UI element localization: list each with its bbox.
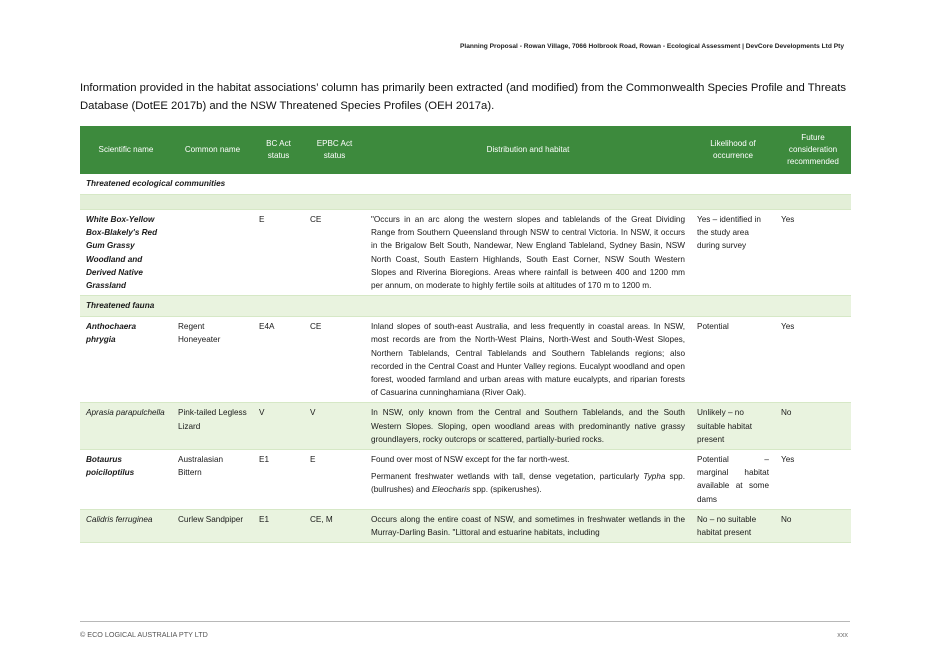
bc-status-cell: E1 [253,509,304,544]
habitat-text: spp. (spikerushes). [470,485,542,495]
habitat-text: Permanent freshwater wetlands with tall,… [371,472,644,482]
future-cell: No [775,509,851,544]
likelihood-cell: Potential [691,316,775,404]
habitat-paragraph: Found over most of NSW except for the fa… [371,455,570,465]
bc-status-cell: E4A [253,316,304,404]
table-row: White Box-Yellow Box-Blakely's Red Gum G… [80,209,851,297]
col-header-future: Future consideration recommended [775,126,851,174]
col-header-epbc: EPBC Act status [304,126,365,174]
genus-name: Typha [643,472,666,482]
epbc-status-cell: V [304,402,365,451]
habitat-cell: Inland slopes of south-east Australia, a… [365,316,691,404]
epbc-status-cell: CE, M [304,509,365,544]
col-header-bc: BC Act status [253,126,304,174]
intro-paragraph: Information provided in the habitat asso… [80,82,847,112]
col-header-habitat: Distribution and habitat [365,126,691,174]
section-row-communities: Threatened ecological communities [80,174,851,195]
genus-name: Eleocharis [431,485,471,495]
section-row-fauna: Threatened fauna [80,295,851,318]
epbc-status-cell: CE [304,209,365,297]
table-header-row: Scientific name Common name BC Act statu… [80,126,851,174]
habitat-paragraph: Permanent freshwater wetlands with tall,… [371,470,685,496]
epbc-status-cell: E [304,449,365,510]
likelihood-cell: Unlikely – no suitable habitat present [691,402,775,451]
future-cell: Yes [775,316,851,404]
epbc-status-cell: CE [304,316,365,404]
bc-status-cell: E1 [253,449,304,510]
page-header: Planning Proposal - Rowan Village, 7066 … [459,43,844,50]
scientific-name-cell: White Box-Yellow Box-Blakely's Red Gum G… [80,209,172,297]
common-name-cell: Pink-tailed Legless Lizard [172,402,253,451]
table-row: Anthochaera phrygia Regent Honeyeater E4… [80,316,851,404]
section-label: Threatened ecological communities [80,174,851,195]
common-name-cell: Regent Honeyeater [172,316,253,404]
page-number: xxx [837,630,848,639]
col-header-scientific: Scientific name [80,126,172,174]
future-cell: No [775,402,851,451]
habitat-cell: "Occurs in an arc along the western slop… [365,209,691,297]
footer-copyright: © ECO LOGICAL AUSTRALIA PTY LTD [80,630,208,639]
likelihood-cell: No – no suitable habitat present [691,509,775,544]
scientific-name-cell: Botaurus poiciloptilus [80,449,172,510]
section-label: Threatened fauna [80,295,851,318]
table-row: Botaurus poiciloptilus Australasian Bitt… [80,449,851,510]
table-row: Calidris ferruginea Curlew Sandpiper E1 … [80,509,851,544]
future-cell: Yes [775,209,851,297]
col-header-common: Common name [172,126,253,174]
bc-status-cell: V [253,402,304,451]
habitat-cell: Occurs along the entire coast of NSW, an… [365,509,691,544]
common-name-cell: Australasian Bittern [172,449,253,510]
scientific-name-cell: Aprasia parapulchella [80,402,172,451]
table-row: Aprasia parapulchella Pink-tailed Legles… [80,402,851,451]
col-header-likelihood: Likelihood of occurrence [691,126,775,174]
scientific-name-cell: Anthochaera phrygia [80,316,172,404]
future-cell: Yes [775,449,851,510]
common-name-cell [172,209,253,297]
common-name-cell: Curlew Sandpiper [172,509,253,544]
species-table: Scientific name Common name BC Act statu… [80,126,851,544]
spacer-row [80,194,851,210]
bc-status-cell: E [253,209,304,297]
habitat-cell: In NSW, only known from the Central and … [365,402,691,451]
likelihood-cell: Yes – identified in the study area durin… [691,209,775,297]
scientific-name-cell: Calidris ferruginea [80,509,172,544]
footer-divider [80,621,850,622]
habitat-cell: Found over most of NSW except for the fa… [365,449,691,510]
likelihood-cell: Potential – marginal habitat available a… [691,449,775,510]
